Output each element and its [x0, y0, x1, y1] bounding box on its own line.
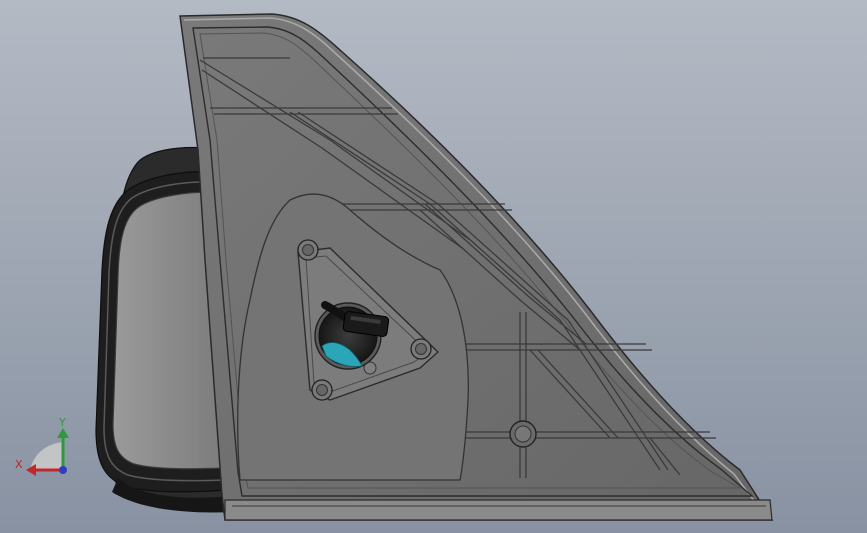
- model-canvas[interactable]: Y X: [0, 0, 867, 533]
- boss-screw-bottom: [509, 420, 537, 448]
- cad-viewport[interactable]: Y X: [0, 0, 867, 533]
- triad-z-axis: [59, 466, 67, 474]
- housing-bottom-lip: [224, 499, 773, 521]
- triad-x-label: X: [15, 458, 23, 471]
- triad-y-label: Y: [58, 416, 66, 429]
